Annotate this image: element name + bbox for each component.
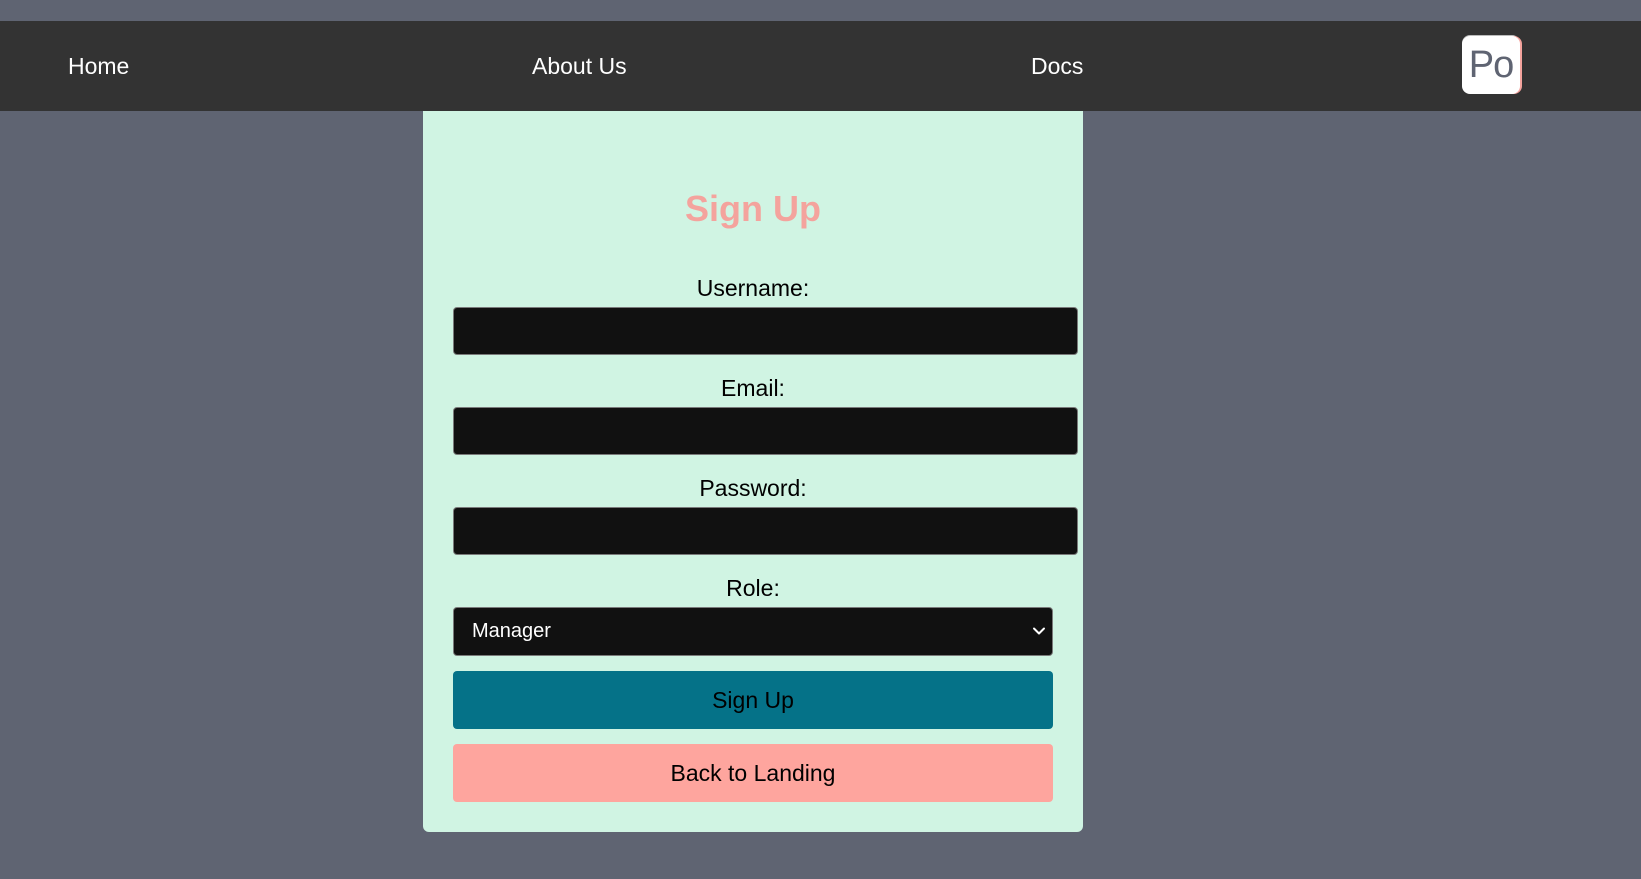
role-label: Role: (726, 575, 780, 601)
role-select[interactable]: Manager (453, 607, 1053, 656)
username-input[interactable] (453, 307, 1078, 355)
logo-icon[interactable]: Po (1462, 36, 1520, 94)
password-label: Password: (699, 475, 807, 501)
page-title: Sign Up (685, 188, 821, 229)
role-selected-value: Manager (472, 620, 551, 642)
email-input[interactable] (453, 407, 1078, 455)
signup-button[interactable]: Sign Up (453, 671, 1053, 729)
nav-link-home[interactable]: Home (68, 21, 129, 111)
logo-text: Po (1468, 44, 1514, 86)
password-input[interactable] (453, 507, 1078, 555)
back-to-landing-button[interactable]: Back to Landing (453, 744, 1053, 802)
navbar: Home About Us Docs Po (0, 21, 1641, 111)
nav-link-about-us[interactable]: About Us (532, 21, 627, 111)
nav-link-docs[interactable]: Docs (1031, 21, 1083, 111)
username-label: Username: (696, 275, 810, 301)
email-label: Email: (721, 375, 785, 401)
signup-card: Sign Up Username: Email: Password: Role:… (423, 111, 1083, 832)
chevron-down-icon (1033, 627, 1045, 635)
